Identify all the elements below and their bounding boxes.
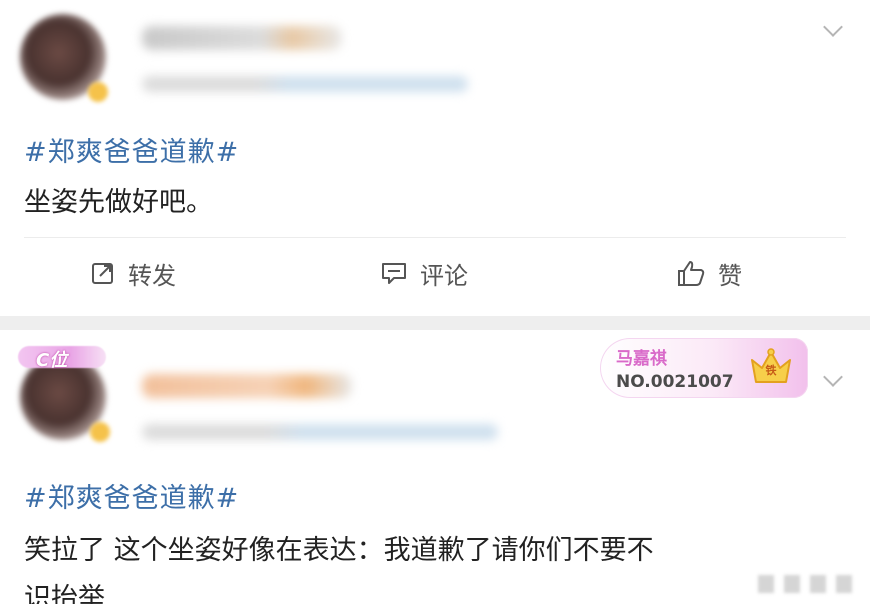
topic-hashtag[interactable]: #郑爽爸爸道歉# <box>24 130 239 169</box>
post-text-line-2: 识抬举 <box>24 583 105 604</box>
like-button[interactable]: 赞 <box>676 255 742 291</box>
watermark-block <box>784 575 800 593</box>
crown-icon: 铁 <box>748 348 794 388</box>
chevron-down-icon[interactable] <box>823 17 843 37</box>
post-meta-blurred <box>142 76 468 92</box>
repost-label: 转发 <box>128 261 176 290</box>
c-position-badge-label: C位 <box>36 350 68 371</box>
fan-badge-name: 马嘉祺 <box>616 349 667 369</box>
post-text: 坐姿先做好吧。 <box>24 187 213 218</box>
post-meta-blurred <box>142 424 498 440</box>
watermark-block <box>810 575 826 593</box>
repost-button[interactable]: 转发 <box>90 255 176 291</box>
post-text-line-1: 笑拉了 这个坐姿好像在表达：我道歉了请你们不要不 <box>24 535 654 566</box>
username-blurred[interactable] <box>142 26 342 50</box>
watermark-block <box>758 575 774 593</box>
topic-hashtag[interactable]: #郑爽爸爸道歉# <box>24 476 239 515</box>
fan-badge-level: 铁 <box>765 364 777 377</box>
username-blurred[interactable] <box>142 374 352 398</box>
divider <box>24 237 846 238</box>
fan-badge-number: NO.0021007 <box>616 372 734 392</box>
vip-badge-icon <box>88 82 108 102</box>
thumbs-up-icon <box>676 259 706 287</box>
watermark-block <box>836 575 852 593</box>
comment-button[interactable]: 评论 <box>380 255 468 291</box>
chevron-down-icon[interactable] <box>823 367 843 387</box>
comment-icon <box>380 260 408 286</box>
post-separator <box>0 316 870 330</box>
comment-label: 评论 <box>420 261 468 290</box>
weibo-post-2: C位 马嘉祺 NO.0021007 铁 #郑爽爸爸道歉# 笑拉了 这个坐姿好像在… <box>0 330 870 604</box>
like-label: 赞 <box>718 261 742 290</box>
share-icon <box>90 260 116 286</box>
fan-badge-card[interactable]: 马嘉祺 NO.0021007 铁 <box>600 338 808 398</box>
weibo-post-1: #郑爽爸爸道歉# 坐姿先做好吧。 转发 评论 赞 <box>0 0 870 316</box>
vip-badge-icon <box>90 422 110 442</box>
